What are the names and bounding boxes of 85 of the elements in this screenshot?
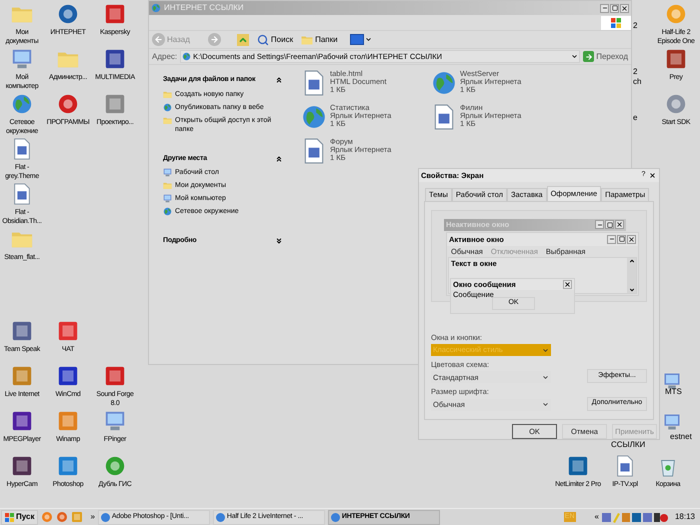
app-icon[interactable]	[665, 48, 687, 70]
desktop-icon-label[interactable]: estnet	[670, 432, 692, 442]
window-title: ИНТЕРНЕТ ССЫЛКИ	[164, 2, 245, 14]
minimize-button[interactable]	[607, 234, 616, 244]
app-icon[interactable]	[11, 410, 33, 432]
clock: 18:13	[674, 511, 695, 523]
collapse-icon[interactable]	[275, 76, 283, 84]
document-icon[interactable]	[11, 183, 33, 205]
close-icon	[616, 221, 623, 228]
app-icon[interactable]	[104, 365, 126, 387]
globe-icon[interactable]	[11, 93, 33, 115]
desktop-icon-label[interactable]: 2	[633, 67, 638, 77]
view-grid-icon	[350, 34, 364, 45]
close-icon	[621, 4, 628, 12]
document-icon[interactable]	[614, 455, 636, 477]
round-app-icon[interactable]	[57, 93, 79, 115]
desktop-icon-label[interactable]: MTS	[665, 387, 682, 397]
folders-button[interactable]: Папки	[301, 34, 338, 46]
globe-icon	[151, 3, 161, 13]
scroll-up-icon[interactable]	[628, 258, 634, 264]
maximize-icon	[612, 5, 618, 11]
app-icon[interactable]	[104, 48, 126, 70]
close-button[interactable]	[563, 280, 572, 289]
minimize-button[interactable]	[600, 4, 609, 12]
close-icon	[649, 172, 656, 179]
close-button[interactable]	[627, 234, 636, 244]
app-icon[interactable]	[104, 3, 126, 25]
minimize-icon	[602, 5, 608, 11]
back-icon	[152, 33, 165, 46]
round-app-icon[interactable]	[57, 3, 79, 25]
windows-logo-icon	[5, 512, 14, 522]
close-icon	[628, 236, 635, 243]
globe-icon[interactable]	[301, 104, 327, 130]
search-icon	[256, 34, 269, 46]
dropdown-caret-icon	[542, 346, 549, 354]
more-chevron[interactable]: »	[90, 511, 95, 523]
folder-icon	[301, 34, 314, 46]
close-button[interactable]	[620, 4, 629, 12]
folder-icon	[163, 90, 172, 98]
minimize-icon	[608, 236, 614, 242]
caret-icon	[364, 36, 372, 43]
globe-icon	[182, 52, 192, 61]
app-icon[interactable]	[11, 320, 33, 342]
address-label: Адрес:	[152, 50, 178, 62]
minimize-icon	[596, 222, 602, 228]
tray-expand-button[interactable]: «	[594, 511, 599, 523]
round-app-icon[interactable]	[104, 455, 126, 477]
maximize-icon	[606, 222, 612, 228]
monitor-icon	[163, 194, 172, 203]
scrollbar[interactable]	[627, 258, 636, 293]
globe-icon	[163, 102, 172, 112]
go-button[interactable]: Переход	[583, 50, 628, 62]
collapse-icon[interactable]	[275, 154, 283, 163]
search-button[interactable]: Поиск	[256, 34, 294, 46]
app-icon[interactable]	[57, 365, 79, 387]
document-icon[interactable]	[11, 138, 33, 160]
up-folder-icon[interactable]	[236, 34, 249, 46]
desktop-icon-label[interactable]: ССЫЛКИ	[611, 440, 646, 450]
scroll-down-icon[interactable]	[628, 286, 634, 293]
maximize-icon	[618, 236, 624, 242]
views-button[interactable]	[350, 34, 372, 45]
globe-icon[interactable]	[431, 70, 457, 96]
app-icon[interactable]	[567, 455, 589, 477]
app-icon[interactable]	[11, 455, 33, 477]
tray-icons-drawing[interactable]	[602, 512, 668, 522]
monitor-icon	[163, 168, 172, 177]
folder-icon	[163, 181, 172, 190]
minimize-button[interactable]	[595, 220, 604, 230]
dropdown-caret-icon[interactable]	[571, 53, 578, 60]
desktop-icon-label[interactable]: ch	[633, 77, 642, 87]
maximize-button[interactable]	[610, 4, 619, 12]
dropdown-caret-icon	[542, 401, 549, 408]
globe-icon	[163, 207, 172, 216]
expand-icon[interactable]	[275, 237, 283, 246]
folder-icon	[163, 116, 172, 124]
close-icon	[564, 280, 571, 288]
desktop-icon-label[interactable]: 2	[633, 21, 638, 31]
start-button[interactable]: Пуск	[1, 510, 38, 524]
round-app-icon[interactable]	[56, 511, 68, 523]
windows-logo-icon	[611, 18, 621, 28]
close-button[interactable]	[648, 170, 657, 180]
close-button[interactable]	[615, 220, 624, 230]
monitor-icon[interactable]	[663, 372, 681, 390]
desktop-icon-label[interactable]: e	[633, 113, 638, 123]
dropdown-caret-icon	[542, 374, 549, 381]
